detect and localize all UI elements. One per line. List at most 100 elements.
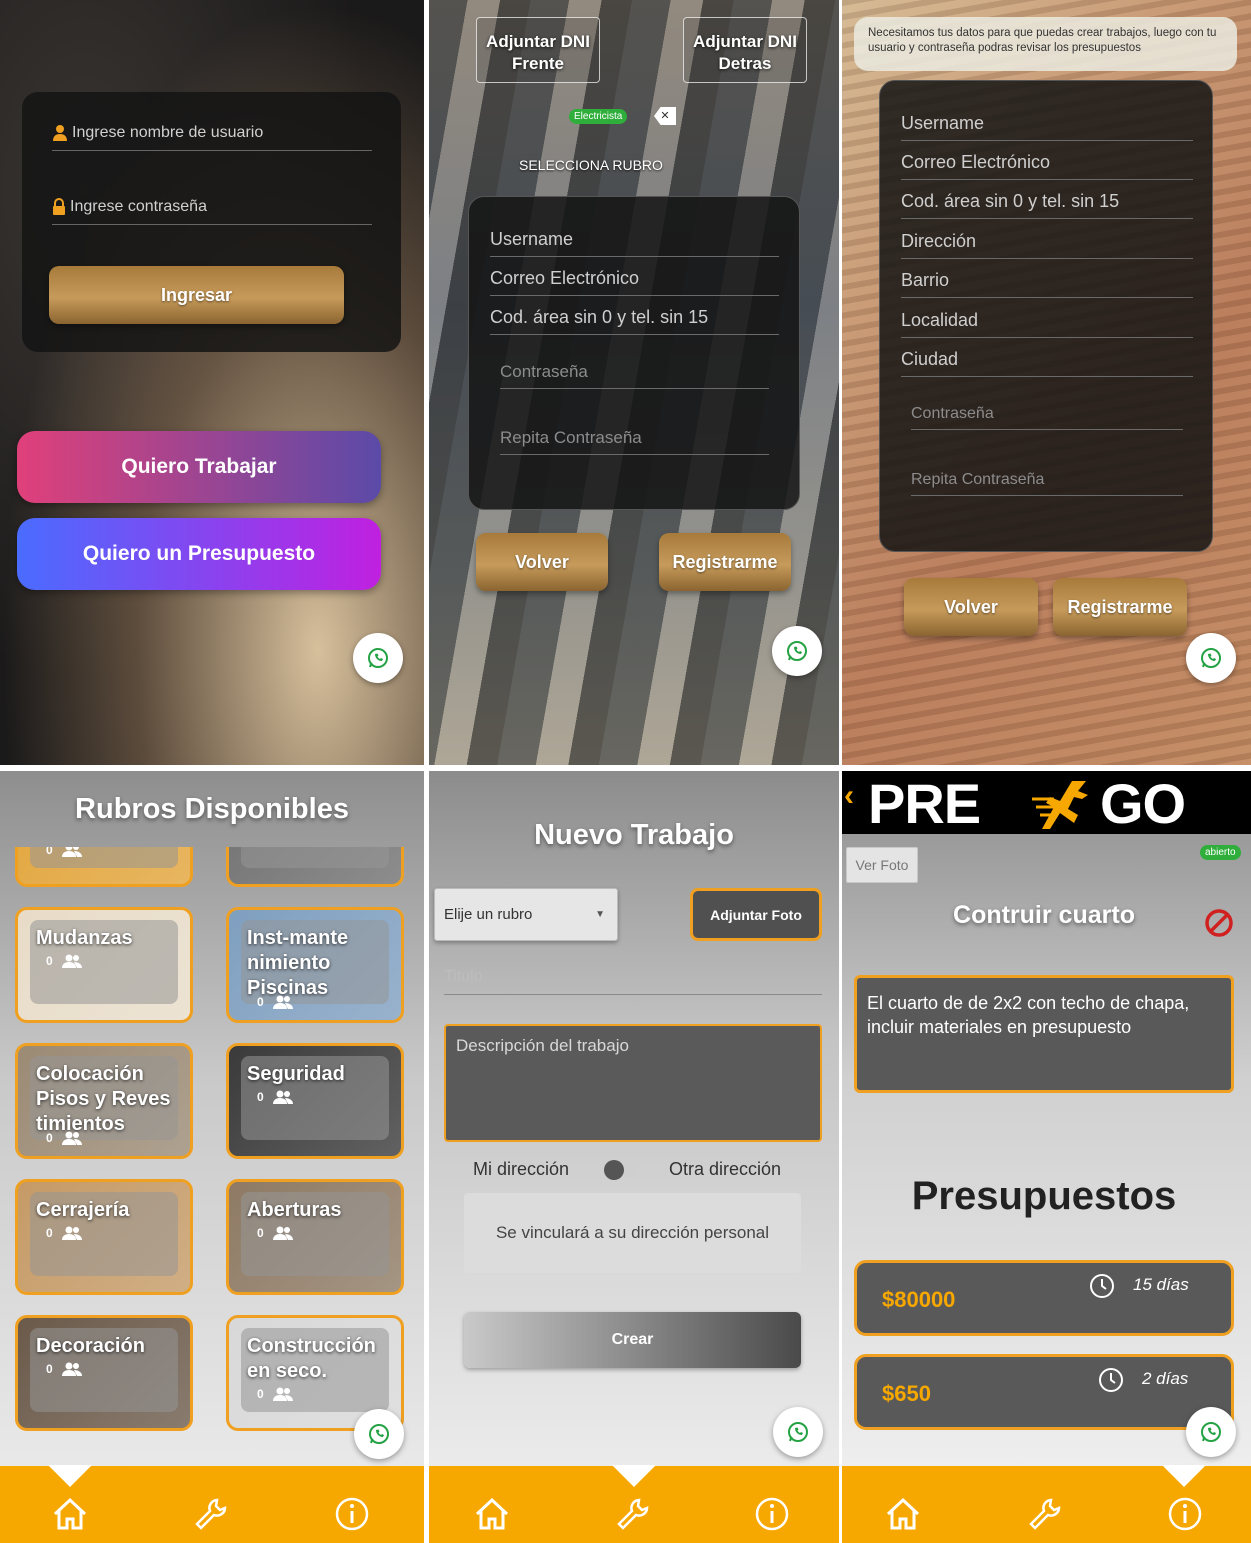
description-textarea[interactable]: Descripción del trabajo	[444, 1024, 822, 1142]
status-badge: abierto	[1200, 845, 1241, 860]
password-placeholder: Ingrese contraseña	[70, 198, 207, 215]
my-address-label: Mi dirección	[473, 1159, 570, 1179]
attach-dni-back-button[interactable]: Adjuntar DNI Detras	[683, 17, 807, 83]
clock-icon	[1099, 1368, 1123, 1392]
repeat-password-field[interactable]: Repita Contraseña	[911, 471, 1183, 496]
rubro-worker-count: 0	[46, 1225, 83, 1241]
rubro-worker-count: 0	[46, 847, 83, 858]
back-button[interactable]: Volver	[476, 533, 608, 591]
page-title: Rubros Disponibles	[75, 793, 349, 825]
back-button[interactable]: Volver	[904, 578, 1038, 636]
nav-info-icon[interactable]	[752, 1494, 792, 1534]
new-job-screen: Nuevo Trabajo Elije un rubro ▼ Adjuntar …	[429, 771, 839, 1543]
rubro-tile[interactable]: onado0	[226, 847, 404, 887]
user-icon	[53, 125, 67, 141]
back-arrow-icon[interactable]: ‹	[844, 779, 854, 813]
create-button[interactable]: Crear	[464, 1312, 801, 1368]
whatsapp-button[interactable]	[1186, 1407, 1236, 1457]
nav-home-icon[interactable]	[50, 1494, 90, 1534]
whatsapp-button[interactable]	[773, 1407, 823, 1457]
email-field[interactable]: Correo Electrónico	[901, 152, 1193, 180]
neighborhood-field[interactable]: Barrio	[901, 270, 1193, 298]
rubro-worker-count: 0	[257, 1386, 294, 1402]
whatsapp-button[interactable]	[354, 1409, 404, 1459]
repeat-password-field[interactable]: Repita Contraseña	[500, 428, 769, 455]
rubro-count-value: 0	[46, 954, 53, 968]
rubro-select[interactable]: Elije un rubro ▼	[434, 888, 618, 941]
nav-tools-icon[interactable]	[191, 1494, 231, 1534]
client-form-card: Username Correo Electrónico Cod. área si…	[879, 80, 1213, 552]
rubro-name: Inst-mante nimiento Piscinas	[247, 927, 349, 999]
rubro-tile[interactable]: Decoración 0	[15, 1315, 193, 1431]
see-photo-button[interactable]: Ver Foto	[846, 847, 918, 883]
password-field[interactable]: Contraseña	[911, 405, 1183, 430]
chevron-down-icon: ▼	[595, 909, 605, 920]
username-field[interactable]: Username	[901, 113, 1193, 141]
register-button[interactable]: Registrarme	[659, 533, 791, 591]
users-icon	[272, 995, 293, 1009]
rubro-worker-count: 0	[257, 1225, 294, 1241]
email-field[interactable]: Correo Electrónico	[490, 268, 779, 296]
budget-card[interactable]: $80000 15 días	[854, 1260, 1234, 1336]
phone-field[interactable]: Cod. área sin 0 y tel. sin 15	[490, 307, 779, 335]
rubro-tile[interactable]: Colocación Pisos y Reves timientos 0	[15, 1043, 193, 1159]
login-button[interactable]: Ingresar	[49, 266, 344, 324]
whatsapp-icon	[368, 648, 388, 668]
users-icon	[61, 954, 82, 968]
rubro-name: Construcción en seco.	[247, 1335, 376, 1382]
password-field[interactable]: Contraseña	[500, 362, 769, 389]
rubro-tile[interactable]: Mudanzas 0	[15, 907, 193, 1023]
job-title: Contruir cuarto	[953, 901, 1135, 929]
cancel-job-icon[interactable]	[1204, 908, 1234, 938]
other-address-label: Otra dirección	[669, 1159, 782, 1179]
whatsapp-button[interactable]	[353, 633, 403, 683]
nav-info-icon[interactable]	[332, 1494, 372, 1534]
register-button[interactable]: Registrarme	[1053, 578, 1187, 636]
rubro-count-value: 0	[46, 1131, 53, 1145]
want-to-work-button[interactable]: Quiero Trabajar	[17, 431, 381, 503]
attach-photo-button[interactable]: Adjuntar Foto	[690, 888, 822, 941]
tile-overlay	[241, 847, 389, 868]
budget-card[interactable]: $650 2 días	[854, 1354, 1234, 1430]
rubro-worker-count: 0	[46, 1361, 83, 1377]
locality-field[interactable]: Localidad	[901, 310, 1193, 338]
select-rubro-link[interactable]: SELECCIONA RUBRO	[519, 157, 663, 173]
nav-home-icon[interactable]	[883, 1494, 923, 1534]
whatsapp-icon	[1201, 648, 1221, 668]
phone-field[interactable]: Cod. área sin 0 y tel. sin 15	[901, 191, 1193, 219]
want-budget-button[interactable]: Quiero un Presupuesto	[17, 518, 381, 590]
header-bar: ‹ PRE GO	[842, 771, 1251, 835]
rubro-tile[interactable]: Inst-mante nimiento Piscinas 0	[226, 907, 404, 1023]
address-field[interactable]: Dirección	[901, 231, 1193, 259]
active-indicator	[612, 1465, 656, 1487]
rubro-tile[interactable]: Seguridad 0	[226, 1043, 404, 1159]
nav-home-icon[interactable]	[472, 1494, 512, 1534]
rubro-tile[interactable]: Cerrajería 0	[15, 1179, 193, 1295]
login-screen: Ingrese nombre de usuario Ingrese contra…	[0, 0, 424, 765]
username-field[interactable]: Ingrese nombre de usuario	[52, 124, 372, 151]
nav-info-icon[interactable]	[1165, 1494, 1205, 1534]
rubro-name: Colocación Pisos y Reves timientos	[36, 1063, 171, 1135]
nav-tools-icon[interactable]	[613, 1494, 653, 1534]
page-title: Nuevo Trabajo	[534, 819, 734, 851]
whatsapp-button[interactable]	[772, 626, 822, 676]
attach-dni-front-button[interactable]: Adjuntar DNI Frente	[476, 17, 600, 83]
city-field[interactable]: Ciudad	[901, 349, 1193, 377]
nav-tools-icon[interactable]	[1025, 1494, 1065, 1534]
rubros-grid: Reparaciones0 onado0 Mudanzas0 Inst-mante n…	[0, 847, 424, 1467]
rubro-name: Cerrajería	[36, 1199, 130, 1221]
bottom-nav	[429, 1465, 839, 1543]
chip-remove-button[interactable]: ✕	[654, 107, 676, 125]
budgets-title: Presupuestos	[911, 1174, 1177, 1218]
whatsapp-icon	[787, 641, 807, 661]
whatsapp-button[interactable]	[1186, 633, 1236, 683]
username-field[interactable]: Username	[490, 229, 779, 257]
address-toggle[interactable]	[604, 1160, 638, 1180]
rubro-chip: Electricista	[569, 109, 628, 124]
job-description: El cuarto de de 2x2 con techo de chapa, …	[854, 975, 1234, 1093]
password-field[interactable]: Ingrese contraseña	[52, 198, 372, 225]
title-input[interactable]: Titulo	[444, 968, 822, 995]
rubro-tile[interactable]: Aberturas 0	[226, 1179, 404, 1295]
users-icon	[61, 1362, 82, 1376]
rubro-tile[interactable]: Reparaciones0	[15, 847, 193, 887]
